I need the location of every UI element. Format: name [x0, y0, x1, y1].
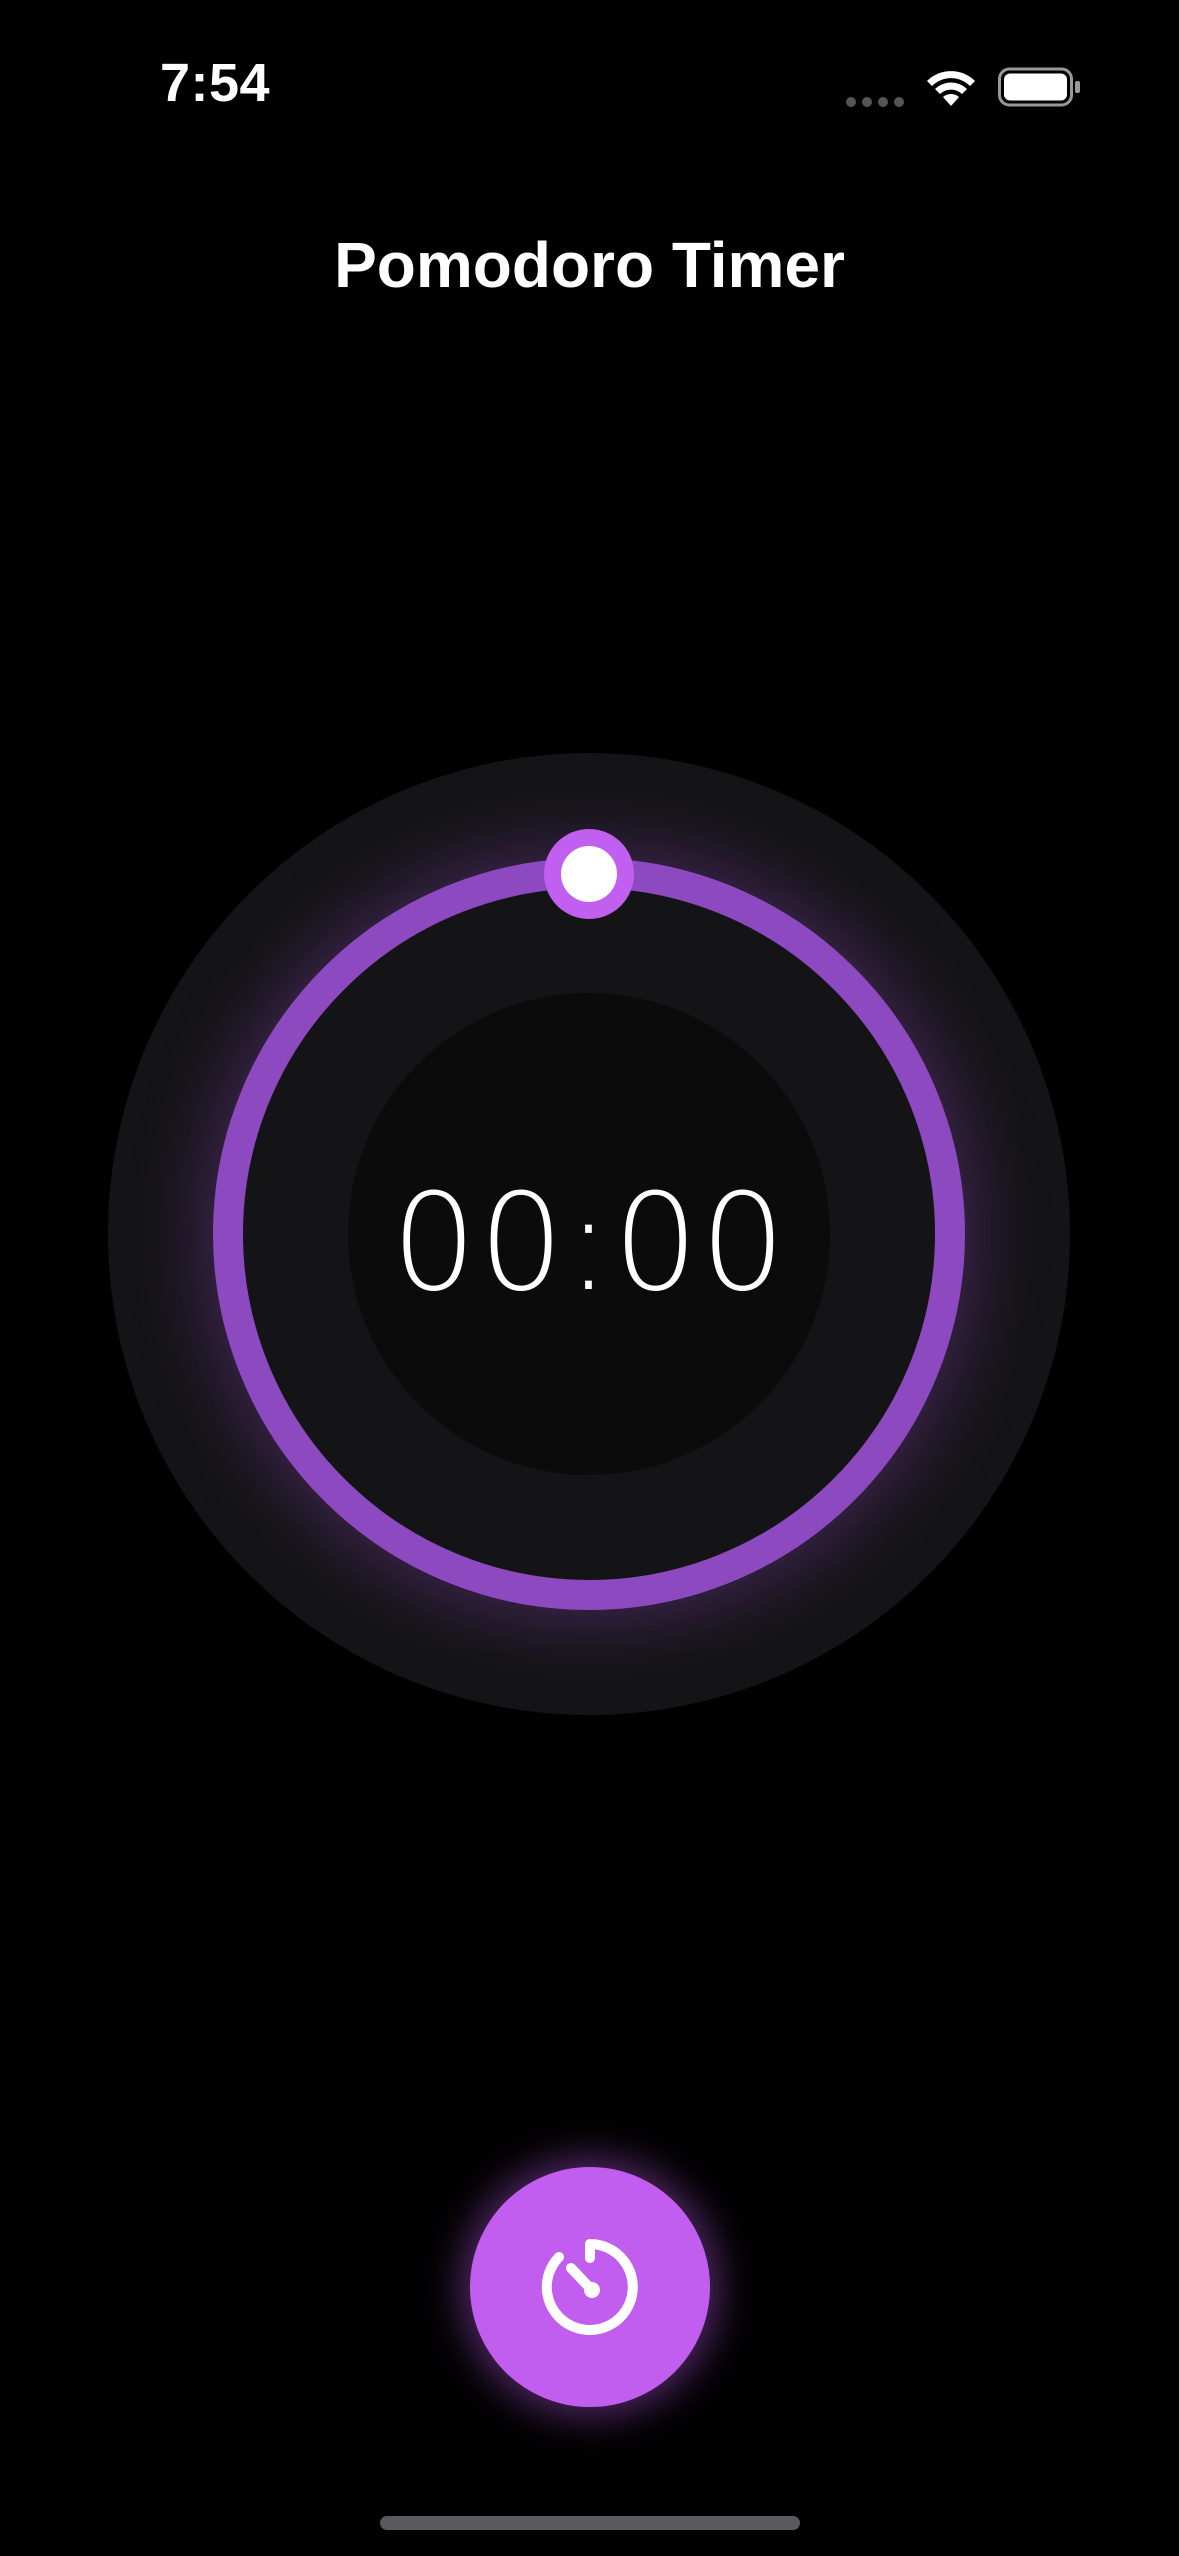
- battery-icon: [998, 67, 1080, 107]
- wifi-icon: [927, 71, 975, 106]
- dial-handle[interactable]: [544, 829, 634, 919]
- signal-dots-icon: [846, 97, 904, 107]
- time-display: 00:00: [391, 1165, 788, 1321]
- start-timer-button[interactable]: [470, 2167, 710, 2407]
- page-title: Pomodoro Timer: [334, 229, 845, 301]
- dial-handle-knob: [561, 846, 617, 902]
- timer-icon: [541, 2239, 638, 2335]
- home-indicator[interactable]: [380, 2516, 800, 2530]
- status-bar: 7:54: [0, 0, 1179, 170]
- status-time: 7:54: [160, 53, 271, 113]
